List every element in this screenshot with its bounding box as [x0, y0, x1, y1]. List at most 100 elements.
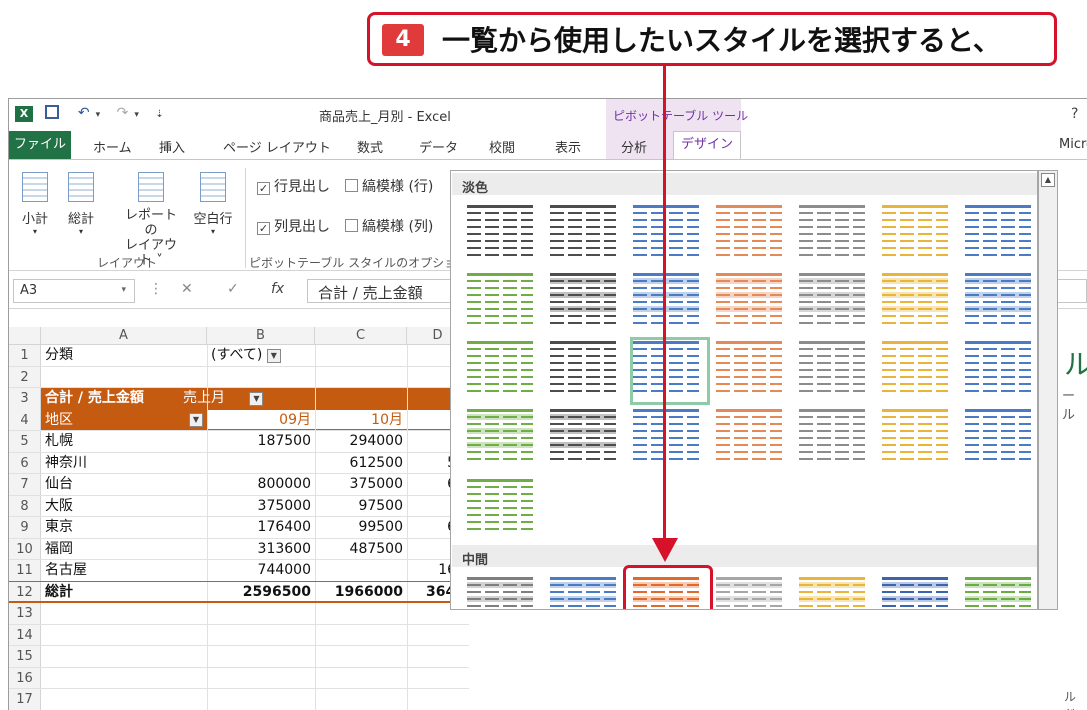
pivot-style-light-29[interactable]: [465, 475, 535, 535]
row-header[interactable]: 7: [9, 474, 41, 495]
save-icon[interactable]: [45, 105, 60, 119]
cell[interactable]: 総計: [41, 582, 207, 602]
row-header[interactable]: 5: [9, 431, 41, 452]
cell[interactable]: 1966000: [315, 582, 407, 602]
customize-qat-icon[interactable]: ⇣: [155, 109, 163, 120]
pivot-style-light-23[interactable]: [548, 405, 618, 465]
pivot-style-light-16[interactable]: [548, 337, 618, 397]
cell[interactable]: (すべて) ▼: [207, 345, 315, 366]
pivot-style-light-19[interactable]: [797, 337, 867, 397]
row-header[interactable]: 17: [9, 689, 41, 710]
tab-view[interactable]: 表示: [555, 137, 581, 156]
pivot-style-gallery[interactable]: 淡色 中間: [450, 170, 1038, 610]
col-field-dropdown-icon[interactable]: ▼: [249, 392, 264, 406]
cell[interactable]: 99500: [315, 517, 407, 538]
pivot-style-light-12[interactable]: [797, 269, 867, 329]
pivot-style-medium-6[interactable]: [880, 573, 950, 609]
cell[interactable]: 売上月 ▼: [179, 388, 319, 410]
pivot-style-light-22[interactable]: [465, 405, 535, 465]
grand-total-button[interactable]: 総計 ▾: [63, 172, 99, 236]
cell[interactable]: 福岡: [41, 539, 207, 560]
pivot-style-light-8[interactable]: [465, 269, 535, 329]
name-box[interactable]: A3 ▾: [13, 279, 135, 303]
pivot-style-light-4[interactable]: [714, 201, 784, 261]
tab-home[interactable]: ホーム: [93, 137, 132, 156]
pivot-style-light-6[interactable]: [880, 201, 950, 261]
row-header[interactable]: 3: [9, 388, 41, 410]
cell[interactable]: 地区 ▼: [41, 409, 207, 430]
column-header-b[interactable]: B: [207, 327, 315, 345]
banded-rows-checkbox[interactable]: 縞模様 (行): [345, 176, 433, 196]
row-header[interactable]: 14: [9, 624, 41, 645]
cell[interactable]: 187500: [207, 431, 315, 452]
cell[interactable]: 東京: [41, 517, 207, 538]
insert-function-icon[interactable]: fx: [271, 281, 284, 297]
column-header-a[interactable]: A: [41, 327, 207, 345]
spreadsheet-grid[interactable]: A B C D 1 分類 (すべて) ▼ 2 3 合計 / 売上金額 売上月 ▼ 4 地区 ▼ 09…: [9, 327, 469, 710]
chevron-down-icon[interactable]: ▾: [121, 285, 126, 295]
cell[interactable]: [207, 453, 315, 474]
undo-icon[interactable]: ↶: [78, 105, 90, 121]
cell[interactable]: 2596500: [207, 582, 315, 602]
pivot-style-medium-7[interactable]: [963, 573, 1033, 609]
cell[interactable]: 487500: [315, 539, 407, 560]
cell[interactable]: [41, 668, 207, 689]
tab-design[interactable]: デザイン: [673, 131, 741, 159]
cell[interactable]: [41, 367, 207, 388]
cell[interactable]: 09月: [207, 410, 315, 431]
pivot-style-medium-5[interactable]: [797, 573, 867, 609]
pivot-style-light-1[interactable]: [465, 201, 535, 261]
row-header[interactable]: 9: [9, 517, 41, 538]
pivot-style-light-3[interactable]: [631, 201, 701, 261]
banded-cols-checkbox[interactable]: 縞模様 (列): [345, 216, 433, 236]
filter-dropdown-icon[interactable]: ▼: [266, 349, 281, 363]
cell[interactable]: 仙台: [41, 474, 207, 495]
pivot-style-light-11[interactable]: [714, 269, 784, 329]
pivot-style-medium-1[interactable]: [465, 573, 535, 609]
undo-dropdown-icon[interactable]: ▾: [96, 110, 101, 120]
pivot-style-light-5[interactable]: [797, 201, 867, 261]
cell[interactable]: 375000: [207, 496, 315, 517]
cell[interactable]: [315, 560, 407, 581]
pivot-style-light-7[interactable]: [963, 201, 1033, 261]
redo-dropdown-icon[interactable]: ▾: [134, 110, 139, 120]
help-icon[interactable]: ?: [1071, 106, 1078, 122]
cell[interactable]: [41, 646, 207, 667]
cell[interactable]: 294000: [315, 431, 407, 452]
pivot-style-light-28[interactable]: [963, 405, 1033, 465]
cell[interactable]: 744000: [207, 560, 315, 581]
cell[interactable]: 神奈川: [41, 453, 207, 474]
row-header[interactable]: 6: [9, 452, 41, 473]
cell[interactable]: 800000: [207, 474, 315, 495]
row-header[interactable]: 8: [9, 495, 41, 516]
pivot-style-light-21[interactable]: [963, 337, 1033, 397]
cell[interactable]: 大阪: [41, 496, 207, 517]
tab-page-layout[interactable]: ページ レイアウト: [223, 137, 331, 156]
pivot-style-light-26[interactable]: [797, 405, 867, 465]
tab-review[interactable]: 校閲: [489, 137, 515, 156]
pivot-style-light-20[interactable]: [880, 337, 950, 397]
tab-insert[interactable]: 挿入: [159, 137, 185, 156]
gallery-scrollbar[interactable]: ▲: [1038, 170, 1058, 610]
pivot-style-medium-4[interactable]: [714, 573, 784, 609]
pivot-style-light-10[interactable]: [631, 269, 701, 329]
cell[interactable]: [41, 625, 207, 646]
pivot-style-medium-2[interactable]: [548, 573, 618, 609]
cell[interactable]: 10月: [315, 410, 407, 431]
cell[interactable]: [41, 603, 207, 624]
cell[interactable]: 375000: [315, 474, 407, 495]
row-header[interactable]: 2: [9, 366, 41, 387]
row-header[interactable]: 16: [9, 667, 41, 688]
pivot-style-light-27[interactable]: [880, 405, 950, 465]
pivot-style-light-9[interactable]: [548, 269, 618, 329]
column-header-c[interactable]: C: [315, 327, 407, 345]
cell[interactable]: 分類: [41, 345, 207, 366]
cell[interactable]: 97500: [315, 496, 407, 517]
cancel-icon[interactable]: ✕: [181, 281, 193, 297]
tab-formulas[interactable]: 数式: [357, 137, 383, 156]
row-header[interactable]: 11: [9, 560, 41, 581]
region-dropdown-icon[interactable]: ▼: [189, 412, 203, 427]
row-header[interactable]: 12: [9, 581, 41, 601]
subtotal-button[interactable]: 小計 ▾: [17, 172, 53, 236]
pivot-style-light-15[interactable]: [465, 337, 535, 397]
